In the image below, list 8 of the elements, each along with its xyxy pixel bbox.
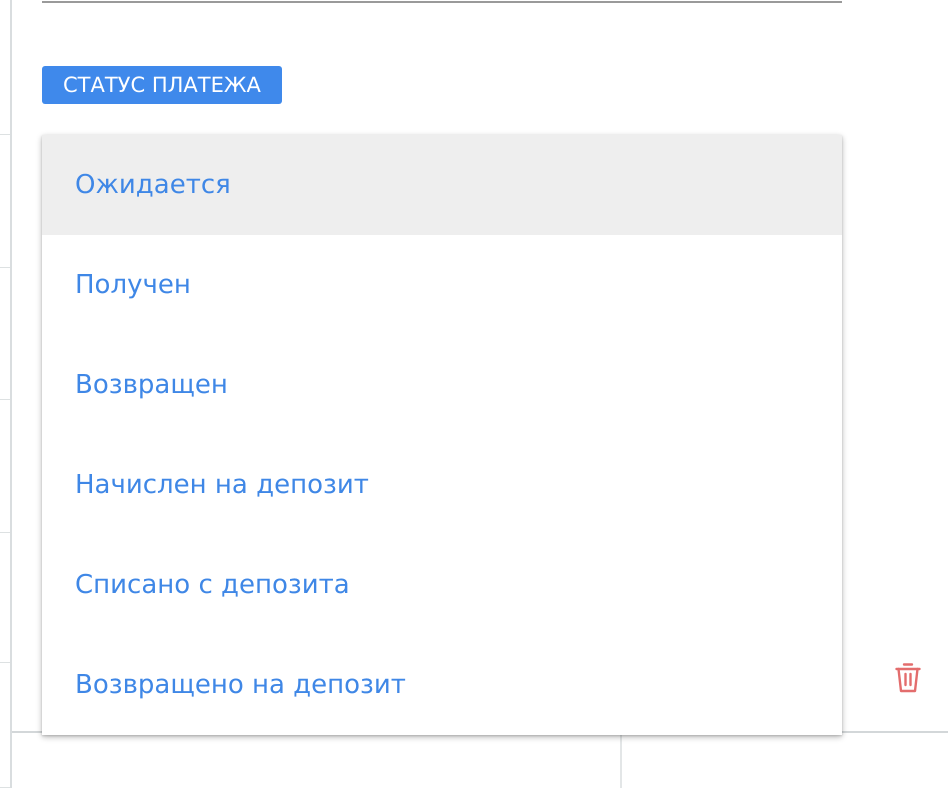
trash-icon[interactable] bbox=[895, 663, 921, 693]
menu-option[interactable]: Возвращен bbox=[42, 335, 842, 435]
menu-option[interactable]: Ожидается bbox=[42, 135, 842, 235]
menu-option[interactable]: Списано с депозита bbox=[42, 535, 842, 635]
menu-option[interactable]: Получен bbox=[42, 235, 842, 335]
menu-option[interactable]: Начислен на депозит bbox=[42, 435, 842, 535]
status-label: СТАТУС ПЛАТЕЖА bbox=[42, 66, 282, 104]
menu-option[interactable]: Возвращено на депозит bbox=[42, 635, 842, 735]
